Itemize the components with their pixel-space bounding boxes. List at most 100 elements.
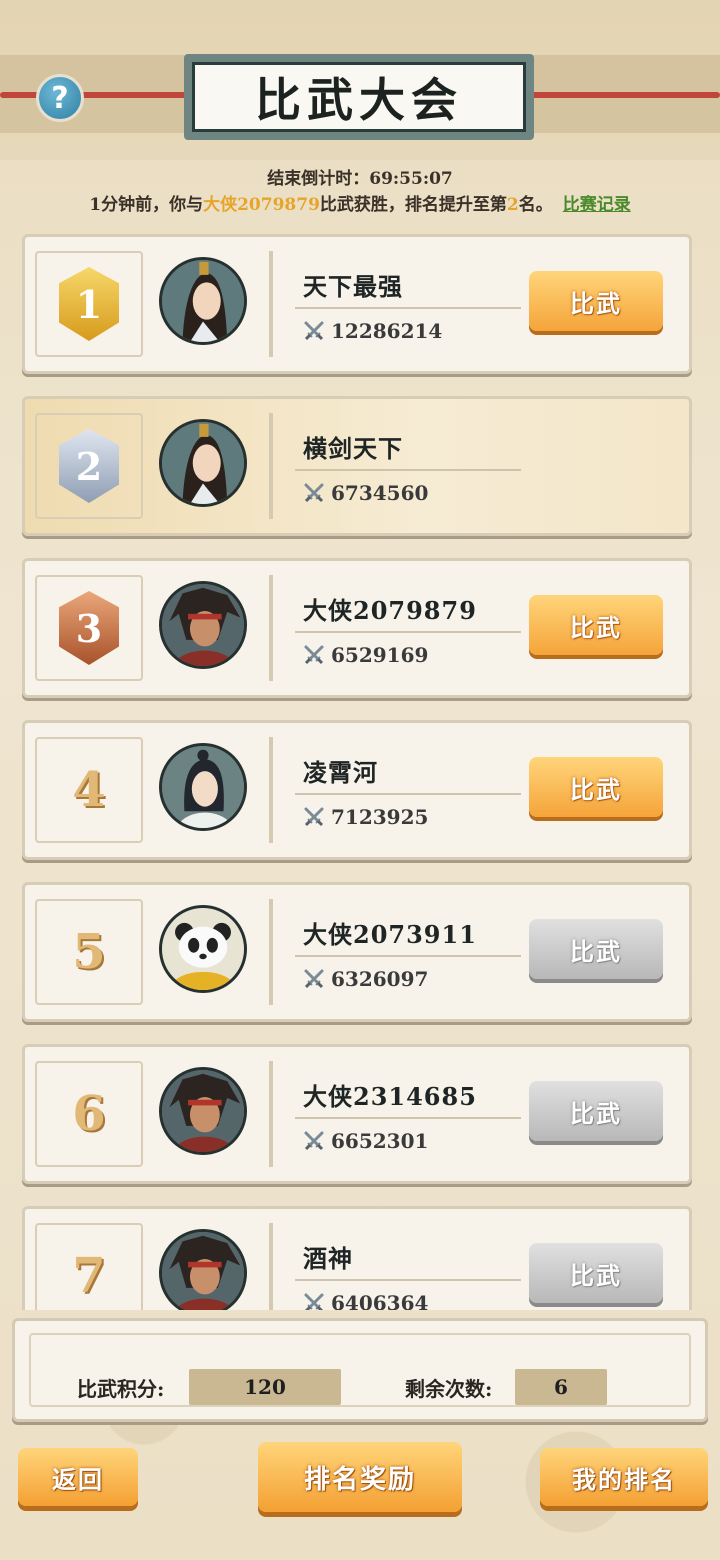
player-avatar[interactable] <box>159 581 247 669</box>
player-power: 6529169 <box>303 643 428 667</box>
player-name: 凌霄河 <box>303 758 378 787</box>
rank-badge: 4 <box>35 737 143 843</box>
name-underline <box>295 1117 521 1119</box>
stats-inner: 比武积分: 120 剩余次数: 6 <box>29 1333 691 1407</box>
divider <box>269 1061 273 1167</box>
swords-icon <box>304 807 324 827</box>
player-name: 酒神 <box>303 1244 353 1273</box>
player-name: 横剑天下 <box>303 434 403 463</box>
battle-record-link[interactable]: 比赛记录 <box>563 195 631 215</box>
rank-number: 6 <box>72 1086 106 1142</box>
gold-medal-icon: 1 <box>59 267 119 341</box>
rank-badge: 5 <box>35 899 143 1005</box>
rope-left <box>0 92 200 98</box>
remaining-label: 剩余次数: <box>405 1377 493 1401</box>
rank-number: 4 <box>72 762 106 818</box>
power-value: 6734560 <box>331 481 429 505</box>
title-plate: 比武大会 <box>184 54 534 140</box>
power-value: 6326097 <box>331 967 429 991</box>
fight-button: 比武 <box>529 1243 663 1303</box>
power-value: 6529169 <box>331 643 429 667</box>
player-name: 天下最强 <box>303 272 403 301</box>
divider <box>269 575 273 681</box>
rope-right <box>518 92 720 98</box>
ranking-card: 2 横剑天下 6734560 <box>22 396 692 536</box>
swords-icon <box>304 1131 324 1151</box>
silver-medal-icon: 2 <box>59 429 119 503</box>
battle-notice: 1分钟前，你与大侠2079879比武获胜，排名提升至第2名。 比赛记录 <box>0 190 720 215</box>
swords-icon <box>304 1293 324 1310</box>
player-power: 6406364 <box>303 1291 428 1310</box>
divider <box>269 413 273 519</box>
player-avatar[interactable] <box>159 905 247 993</box>
bronze-medal-icon: 3 <box>59 591 119 665</box>
divider <box>269 1223 273 1310</box>
name-underline <box>295 469 521 471</box>
fight-button: 比武 <box>529 1081 663 1141</box>
player-avatar[interactable] <box>159 257 247 345</box>
ranking-card: 6 大侠2314685 6652301 比武 <box>22 1044 692 1184</box>
player-name: 大侠2073911 <box>303 920 477 949</box>
player-power: 7123925 <box>303 805 428 829</box>
ranking-card: 1 天下最强 12286214 比武 <box>22 234 692 374</box>
fight-button[interactable]: 比武 <box>529 757 663 817</box>
rank-badge: 3 <box>35 575 143 681</box>
rank-badge: 2 <box>35 413 143 519</box>
ranking-list[interactable]: 1 天下最强 12286214 比武 2 横剑天下 6734560 3 大侠2079879 652… <box>0 228 720 1310</box>
name-underline <box>295 1279 521 1281</box>
name-underline <box>295 793 521 795</box>
score-label: 比武积分: <box>77 1377 165 1401</box>
player-power: 6326097 <box>303 967 428 991</box>
power-value: 7123925 <box>331 805 429 829</box>
rank-badge: 6 <box>35 1061 143 1167</box>
player-avatar[interactable] <box>159 419 247 507</box>
player-avatar[interactable] <box>159 1229 247 1310</box>
player-power: 12286214 <box>303 319 442 343</box>
rank-number: 5 <box>72 924 106 980</box>
name-underline <box>295 307 521 309</box>
rank-number: 7 <box>72 1248 106 1304</box>
back-button[interactable]: 返回 <box>18 1448 138 1506</box>
power-value: 12286214 <box>331 319 443 343</box>
swords-icon <box>304 969 324 989</box>
rank-reward-button[interactable]: 排名奖励 <box>258 1442 462 1512</box>
rank-badge: 7 <box>35 1223 143 1310</box>
player-name: 大侠2079879 <box>303 596 477 625</box>
name-underline <box>295 631 521 633</box>
player-avatar[interactable] <box>159 1067 247 1155</box>
player-avatar[interactable] <box>159 743 247 831</box>
countdown-text: 结束倒计时：69:55:07 <box>267 169 453 189</box>
fight-button[interactable]: 比武 <box>529 271 663 331</box>
fight-button[interactable]: 比武 <box>529 595 663 655</box>
stats-panel: 比武积分: 120 剩余次数: 6 <box>12 1318 708 1422</box>
ranking-card: 3 大侠2079879 6529169 比武 <box>22 558 692 698</box>
fight-button: 比武 <box>529 919 663 979</box>
divider <box>269 899 273 1005</box>
page-title: 比武大会 <box>192 62 526 132</box>
notice-prefix: 1分钟前，你与 <box>89 195 204 215</box>
score-value: 120 <box>189 1369 341 1405</box>
ranking-card: 7 酒神 6406364 比武 <box>22 1206 692 1310</box>
swords-icon <box>304 321 324 341</box>
swords-icon <box>304 483 324 503</box>
player-power: 6734560 <box>303 481 428 505</box>
notice-rank: 2 <box>506 195 519 215</box>
divider <box>269 251 273 357</box>
remaining-value: 6 <box>515 1369 607 1405</box>
player-power: 6652301 <box>303 1129 428 1153</box>
notice-middle: 比武获胜，排名提升至第 <box>319 195 507 215</box>
help-button[interactable]: ? <box>36 74 84 122</box>
my-rank-button[interactable]: 我的排名 <box>540 1448 708 1506</box>
power-value: 6652301 <box>331 1129 429 1153</box>
player-name: 大侠2314685 <box>303 1082 477 1111</box>
power-value: 6406364 <box>331 1291 429 1310</box>
swords-icon <box>304 645 324 665</box>
ranking-card: 4 凌霄河 7123925 比武 <box>22 720 692 860</box>
name-underline <box>295 955 521 957</box>
notice-opponent: 大侠2079879 <box>203 195 320 215</box>
rank-badge: 1 <box>35 251 143 357</box>
notice-suffix: 名。 <box>518 195 553 215</box>
ranking-card: 5 大侠2073911 6326097 比武 <box>22 882 692 1022</box>
question-icon: ? <box>51 80 69 116</box>
divider <box>269 737 273 843</box>
